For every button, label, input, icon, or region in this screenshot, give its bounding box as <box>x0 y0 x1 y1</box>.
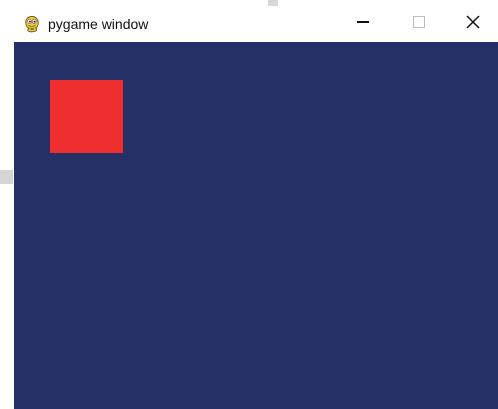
minimize-icon <box>357 15 369 33</box>
close-button[interactable] <box>450 6 496 42</box>
maximize-icon <box>413 15 425 33</box>
pygame-snake-icon <box>23 15 41 33</box>
close-icon <box>466 14 480 34</box>
background-page-fragment <box>0 170 13 184</box>
player-square <box>50 80 123 153</box>
title-bar[interactable]: pygame window <box>14 6 498 42</box>
game-canvas[interactable] <box>14 42 498 409</box>
minimize-button[interactable] <box>340 6 386 42</box>
pygame-window: pygame window <box>14 6 498 409</box>
window-title: pygame window <box>48 16 149 32</box>
maximize-button[interactable] <box>396 6 442 42</box>
